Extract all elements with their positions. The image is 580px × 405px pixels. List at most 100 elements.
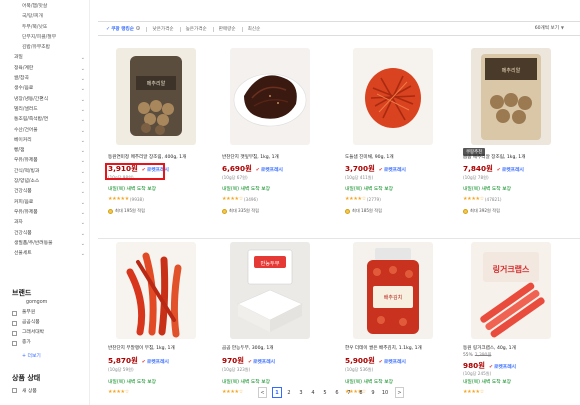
category-label: 쌀/잡곡: [14, 76, 29, 82]
sidebar-category-item[interactable]: 과자 ⌄: [14, 218, 89, 228]
category-label: 선물세트: [14, 251, 32, 257]
page-number[interactable]: 9: [367, 390, 379, 396]
status-filter-new[interactable]: 새 상품: [12, 387, 37, 394]
product-image[interactable]: 링거크랩스: [471, 242, 551, 339]
category-label: 우유/유제품: [14, 158, 38, 164]
brand-checkbox[interactable]: [12, 320, 17, 326]
sidebar-category-item[interactable]: 과일 ⌄: [14, 53, 89, 63]
price-line: 980원 ✔로켓프레시: [463, 361, 516, 371]
reward-label: 최대 185원 적립: [352, 208, 382, 213]
sidebar-category-item[interactable]: 통조림/즉석밥/면 ⌄: [14, 115, 89, 125]
product-name[interactable]: 동원 링거크랩스, 40g, 1개: [463, 345, 567, 351]
sidebar-category-item[interactable]: 어묵/햄/맛살: [14, 2, 89, 12]
prev-page-button[interactable]: <: [258, 387, 267, 398]
product-image[interactable]: 만능두부: [230, 242, 310, 339]
chevron-down-icon: ⌄: [80, 179, 85, 186]
product-card[interactable]: 링거크랩스 동원 링거크랩스, 40g, 1개 55% 2,390원 980원 ✔로켓프레…: [463, 0, 567, 395]
sidebar-category-item[interactable]: 국/탕/찌개: [14, 12, 89, 22]
status-label: 새 상품: [22, 389, 37, 394]
sidebar-category-item[interactable]: 우유/유제품 ⌄: [14, 208, 89, 218]
category-label: 간식/떡/빙과: [14, 168, 40, 174]
reward-info: 최대 392원 적립: [463, 208, 500, 214]
page-number[interactable]: 4: [307, 390, 319, 396]
brand-filter-item[interactable]: 그래서대박: [12, 328, 47, 338]
page-number[interactable]: 7: [343, 390, 355, 396]
unit-price: (10g당 536원): [345, 367, 374, 372]
page-number[interactable]: 10: [379, 390, 391, 396]
sidebar-category-item[interactable]: 생수/음료 ⌄: [14, 84, 89, 94]
product-image[interactable]: [116, 242, 196, 339]
brand-filter-item[interactable]: 종가: [12, 338, 47, 348]
sidebar-category-item[interactable]: 커피/음료 ⌄: [14, 198, 89, 208]
chevron-down-icon: ⌄: [80, 76, 85, 83]
sidebar-category-item[interactable]: 쌀/잡곡 ⌄: [14, 74, 89, 84]
rating-highlight-box: [105, 163, 165, 180]
page-number[interactable]: 8: [355, 390, 367, 396]
row-divider: [98, 238, 580, 239]
category-list: 어묵/햄/맛살 국/탕/찌개 두부/묵/낫또 단무지/피클/절무 김밥/유부초밥 과일 ⌄ 정…: [0, 2, 89, 259]
page-number[interactable]: 3: [295, 390, 307, 396]
chevron-down-icon: ⌄: [80, 55, 85, 62]
product-name[interactable]: 곰곰 만능두부, 300g, 1개: [222, 345, 326, 351]
category-label: 델리/샐러드: [14, 106, 38, 112]
category-label: 수산/건어물: [14, 127, 38, 133]
sidebar-category-item[interactable]: 선물세트 ⌄: [14, 249, 89, 259]
sidebar-category-item[interactable]: 냉장/냉동/간편식 ⌄: [14, 95, 89, 105]
brand-filter-item[interactable]: 곰곰식품: [12, 318, 47, 328]
sidebar-category-item[interactable]: 건강식품 ⌄: [14, 187, 89, 197]
brand-filter-title: 브랜드: [12, 289, 32, 297]
reward-info: 최대 195원 적립: [108, 208, 145, 214]
reward-info: 최대 185원 적립: [345, 208, 382, 214]
category-label: 과일: [14, 55, 23, 61]
product-image[interactable]: 배추김치: [353, 242, 433, 339]
sidebar-category-item[interactable]: 생필품/주/반려동물 ⌄: [14, 239, 89, 249]
status-checkbox[interactable]: [12, 388, 17, 393]
page-number[interactable]: 1: [272, 387, 282, 398]
product-name[interactable]: 반찬단지 무말랭이 무침, 1kg, 1개: [108, 345, 212, 351]
product-card[interactable]: 만능두부 곰곰 만능두부, 300g, 1개 970원 ✔로켓프레시 (10g당 323…: [222, 0, 326, 395]
chevron-down-icon: ⌄: [80, 158, 85, 165]
coin-icon: [222, 208, 227, 214]
chevron-down-icon: ⌄: [80, 65, 85, 72]
sidebar-category-item[interactable]: 빵/잼 ⌄: [14, 146, 89, 156]
brand-checkbox[interactable]: [12, 330, 17, 336]
chevron-down-icon: ⌄: [80, 96, 85, 103]
page-number[interactable]: 2: [283, 390, 295, 396]
brand-filter-item[interactable]: gomgom: [12, 298, 47, 308]
sidebar-category-item[interactable]: 베이커리 ⌄: [14, 136, 89, 146]
brand-checkbox[interactable]: [12, 310, 17, 316]
rating: ★★★★☆: [222, 389, 243, 395]
sidebar-category-item[interactable]: 우유/유제품 ⌄: [14, 156, 89, 166]
sidebar-category-item[interactable]: 정육/계란 ⌄: [14, 64, 89, 74]
coin-icon: [345, 208, 350, 214]
sidebar-category-item[interactable]: 김밥/유부초밥: [14, 43, 89, 53]
sale-price: 5,870원: [108, 356, 138, 365]
rocket-fresh-badge: ✔로켓프레시: [142, 358, 169, 365]
reward-info: 최대 335원 적립: [222, 208, 259, 214]
brand-checkbox[interactable]: [12, 340, 17, 346]
discount-rate: 55%: [463, 353, 473, 358]
page-number[interactable]: 6: [331, 390, 343, 396]
reward-label: 최대 335원 적립: [229, 208, 259, 213]
sidebar-category-item[interactable]: 간식/떡/빙과 ⌄: [14, 167, 89, 177]
category-label: 우유/유제품: [14, 209, 38, 215]
sidebar-category-item[interactable]: 단무지/피클/절무: [14, 33, 89, 43]
sidebar-category-item[interactable]: 장/양념/소스 ⌄: [14, 177, 89, 187]
brand-label: 풀무원: [22, 310, 36, 315]
next-page-button[interactable]: >: [395, 387, 404, 398]
delivery-info: 내일(목) 새벽 도착 보장: [108, 380, 157, 385]
page-number[interactable]: 5: [319, 390, 331, 396]
product-card[interactable]: 배추김치 한우 더테이 썰은 배추김치, 1.1kg, 1개 5,900원 ✔로켓프레…: [345, 0, 449, 395]
category-label: 장/양념/소스: [14, 179, 40, 185]
brand-filter-item[interactable]: 풀무원: [12, 308, 47, 318]
product-name[interactable]: 한우 더테이 썰은 배추김치, 1.1kg, 1개: [345, 345, 449, 351]
star-rating-icon: ★★★★☆: [463, 389, 484, 395]
rating: ★★★★☆: [108, 389, 129, 395]
sidebar-category-item[interactable]: 수산/건어물 ⌄: [14, 126, 89, 136]
brand-more-link[interactable]: + 더보기: [22, 352, 41, 359]
sidebar-category-item[interactable]: 건강식품 ⌄: [14, 229, 89, 239]
sidebar-category-item[interactable]: 델리/샐러드 ⌄: [14, 105, 89, 115]
sidebar-category-item[interactable]: 두부/묵/낫또: [14, 23, 89, 33]
brand-label: 그래서대박: [22, 330, 45, 335]
category-label: 커피/음료: [14, 199, 34, 205]
